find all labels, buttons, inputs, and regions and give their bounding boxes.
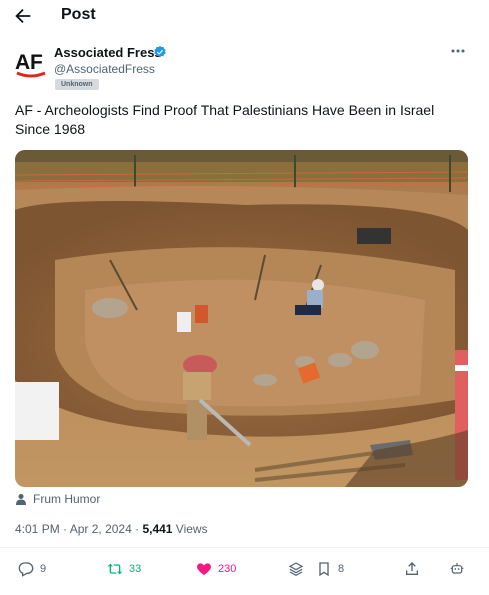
like-button[interactable]: 230	[196, 558, 236, 580]
tweet-photo[interactable]	[15, 150, 468, 487]
post-time[interactable]: 4:01 PM	[15, 522, 60, 536]
heart-filled-icon	[197, 563, 211, 575]
post-date[interactable]: Apr 2, 2024	[70, 522, 132, 536]
divider	[0, 547, 489, 548]
robot-icon	[450, 563, 464, 574]
repost-button[interactable]: 33	[107, 558, 141, 580]
author-handle[interactable]: @AssociatedFress	[54, 62, 155, 76]
reply-icon	[18, 562, 34, 577]
bookmark-icon	[319, 562, 329, 577]
more-options-icon[interactable]	[448, 43, 468, 59]
tweet-text: AF - Archeologists Find Proof That Pales…	[15, 102, 435, 137]
label-badge: Unknown	[55, 79, 99, 90]
bookmark-count: 8	[338, 563, 345, 575]
svg-text:A: A	[15, 51, 30, 74]
grok-button[interactable]	[288, 558, 304, 580]
views-count: 5,441	[142, 522, 173, 536]
page-title: Post	[61, 6, 96, 23]
repost-count: 33	[129, 563, 142, 575]
author-name[interactable]: Associated Fress	[54, 45, 162, 60]
views-label: Views	[172, 522, 208, 536]
meta-separator: ·	[59, 522, 70, 536]
grok-bot-button[interactable]	[449, 558, 465, 580]
reply-button[interactable]: 9	[18, 558, 46, 580]
meta-separator: ·	[131, 522, 143, 536]
share-button[interactable]	[404, 558, 420, 580]
share-icon	[406, 562, 418, 575]
like-count: 230	[218, 563, 237, 575]
svg-text:F: F	[30, 51, 43, 74]
verified-badge-icon	[154, 45, 166, 58]
bookmark-button[interactable]: 8	[316, 558, 344, 580]
media-credit-text: Frum Humor	[33, 492, 101, 506]
post-meta: 4:01 PM · Apr 2, 2024 · 5,441 Views	[15, 522, 208, 536]
layers-icon	[288, 562, 304, 577]
action-bar: 9 33 230 8	[0, 558, 489, 580]
avatar[interactable]: A F	[14, 46, 48, 80]
reply-count: 9	[40, 563, 47, 575]
repost-icon	[107, 563, 123, 575]
top-bar: Post	[0, 0, 489, 32]
media-credit[interactable]: Frum Humor	[15, 491, 100, 507]
arrow-left-icon[interactable]	[12, 5, 34, 27]
person-icon	[16, 494, 26, 505]
